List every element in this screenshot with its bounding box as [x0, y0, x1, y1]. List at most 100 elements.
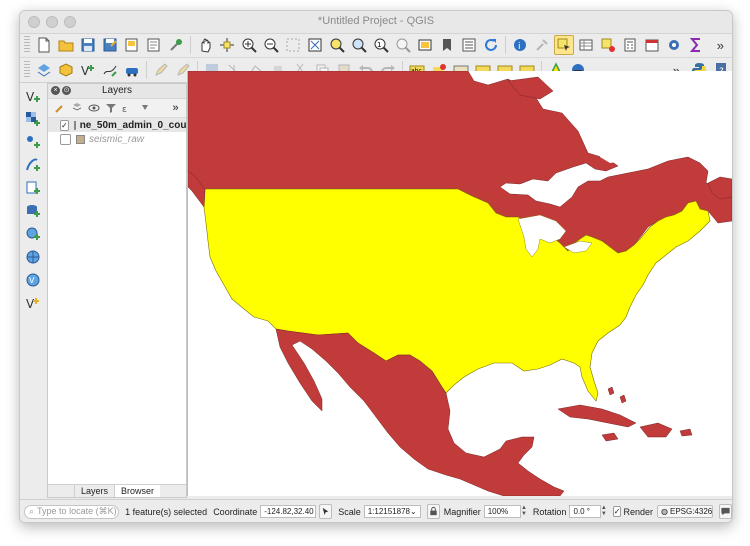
window-title: *Untitled Project - QGIS	[317, 15, 435, 27]
expand-all-button[interactable]	[137, 101, 152, 116]
tab-layers[interactable]: Layers	[73, 485, 114, 497]
mesh-layer-icon	[27, 136, 40, 148]
zoom-last-button[interactable]	[393, 35, 413, 55]
database-icon	[27, 205, 40, 217]
new-map-view-button[interactable]	[415, 35, 435, 55]
add-wms-layer-button[interactable]	[23, 224, 43, 244]
filter-legend-button[interactable]	[103, 101, 118, 116]
zoom-to-selection-button[interactable]	[327, 35, 347, 55]
statistics-button[interactable]	[686, 35, 706, 55]
message-bubble-icon	[721, 507, 730, 516]
folder-icon	[58, 40, 74, 52]
rotation-stepper[interactable]: ▲ ▼	[601, 505, 607, 518]
bookmark-icon	[443, 39, 451, 51]
dock-tabs: Layers Browser	[48, 484, 186, 497]
digitize-pen-icon	[103, 65, 117, 77]
svg-text:V: V	[26, 90, 35, 104]
pan-map-button[interactable]	[195, 35, 215, 55]
save-project-button[interactable]	[78, 35, 98, 55]
locator-placeholder: Type to locate (⌘K)	[37, 506, 117, 516]
chevron-down-icon: ⌄	[410, 507, 417, 516]
toolbar-overflow-button[interactable]: »	[717, 38, 724, 53]
show-bookmarks-button[interactable]	[459, 35, 479, 55]
run-feature-action-button[interactable]	[532, 35, 552, 55]
open-field-calculator-button[interactable]	[620, 35, 640, 55]
current-edits-button[interactable]	[151, 60, 171, 80]
pan-to-selection-icon	[220, 38, 234, 52]
zoom-to-layer-button[interactable]	[349, 35, 369, 55]
add-wfs-layer-button[interactable]	[23, 247, 43, 267]
add-spatialite-layer-button[interactable]	[23, 178, 43, 198]
rotation-field[interactable]: 0.0 °	[569, 505, 601, 518]
locator-search-input[interactable]: ⌕ Type to locate (⌘K)	[24, 504, 120, 519]
open-calendar-button[interactable]	[642, 35, 662, 55]
layout-manager-button[interactable]	[144, 35, 164, 55]
layer-row[interactable]: seismic_raw	[48, 132, 186, 146]
filter-by-expression-button[interactable]: ε	[120, 101, 135, 116]
layer-visibility-checkbox[interactable]: ✓	[60, 119, 69, 131]
add-wcs-layer-button[interactable]: V	[23, 270, 43, 290]
toolbar-separator	[505, 36, 506, 54]
layer-row[interactable]: ✓ ne_50m_admin_0_cou...	[48, 118, 195, 132]
processing-toolbox-button[interactable]	[664, 35, 684, 55]
add-mesh-layer-button[interactable]	[23, 132, 43, 152]
lock-scale-button[interactable]	[426, 504, 440, 519]
refresh-button[interactable]	[481, 35, 501, 55]
zoom-out-button[interactable]	[261, 35, 281, 55]
coordinate-field[interactable]: -124.82,32.40	[260, 505, 317, 518]
new-geopackage-layer-button[interactable]	[56, 60, 76, 80]
svg-text:i: i	[518, 42, 521, 52]
deselect-all-button[interactable]	[598, 35, 618, 55]
map-canvas[interactable]	[187, 71, 732, 496]
add-vector-layer-side-button[interactable]: V	[23, 86, 43, 106]
data-source-manager-button[interactable]	[34, 60, 54, 80]
messages-button[interactable]	[719, 504, 732, 519]
gps-tools-button[interactable]	[122, 60, 142, 80]
new-bookmark-button[interactable]	[437, 35, 457, 55]
raster-layer-icon	[26, 112, 40, 126]
toggle-extents-button[interactable]	[319, 504, 333, 519]
identify-features-button[interactable]: i	[510, 35, 530, 55]
attribute-table-icon	[579, 39, 593, 51]
eye-icon	[88, 104, 99, 112]
globe-add-icon	[26, 227, 40, 240]
data-source-icon	[37, 64, 51, 77]
open-project-button[interactable]	[56, 35, 76, 55]
layer-symbol-swatch	[76, 134, 85, 144]
add-database-layer-button[interactable]	[23, 201, 43, 221]
add-group-button[interactable]	[69, 101, 84, 116]
style-manager-button[interactable]	[166, 35, 186, 55]
zoom-full-button[interactable]	[305, 35, 325, 55]
zoom-native-button[interactable]: 1	[371, 35, 391, 55]
open-layer-styling-button[interactable]	[52, 101, 67, 116]
select-features-button[interactable]	[554, 35, 574, 55]
add-raster-layer-button[interactable]	[23, 109, 43, 129]
open-attribute-table-button[interactable]	[576, 35, 596, 55]
magnifier-field[interactable]: 100%	[483, 505, 521, 518]
new-project-button[interactable]	[34, 35, 54, 55]
add-delimited-text-button[interactable]	[23, 155, 43, 175]
layers-panel-overflow[interactable]: »	[168, 101, 183, 116]
crs-button[interactable]: ◍ EPSG:4326	[657, 505, 713, 518]
new-print-layout-button[interactable]	[122, 35, 142, 55]
magnifier-label: Magnifier	[443, 506, 481, 517]
save-as-button[interactable]	[100, 35, 120, 55]
scale-combobox[interactable]: 1:12151878 ⌄	[363, 505, 421, 518]
geopackage-icon	[59, 63, 73, 77]
tab-browser[interactable]: Browser	[114, 485, 161, 497]
magnifier-stepper[interactable]: ▲ ▼	[521, 505, 527, 518]
zoom-in-button[interactable]	[239, 35, 259, 55]
toolbar-grip[interactable]	[24, 36, 30, 54]
toolbar-separator	[146, 61, 147, 79]
new-vector-layer-button[interactable]: V	[23, 293, 43, 313]
add-group-icon	[72, 103, 81, 111]
zoom-rubber-band-button[interactable]	[283, 35, 303, 55]
render-checkbox[interactable]: ✓	[612, 506, 622, 517]
layer-visibility-checkbox[interactable]	[60, 133, 71, 145]
toolbar-grip[interactable]	[24, 61, 30, 79]
scale-value: 1:12151878	[367, 507, 410, 516]
manage-map-themes-button[interactable]	[86, 101, 101, 116]
digitize-button[interactable]	[100, 60, 120, 80]
pan-to-selection-button[interactable]	[217, 35, 237, 55]
add-vector-layer-button[interactable]: V	[78, 60, 98, 80]
